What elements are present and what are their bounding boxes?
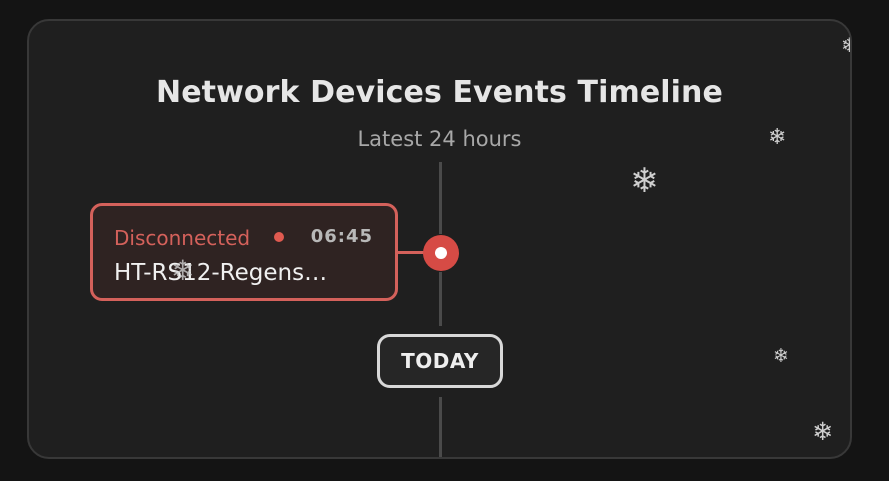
snowflake-icon: ❄ [841, 35, 850, 55]
today-marker: TODAY [377, 334, 503, 388]
snowflake-icon: ❄ [171, 254, 195, 287]
timeline-line-middle [439, 272, 442, 326]
event-status: Disconnected [114, 226, 251, 250]
timeline-card: Network Devices Events Timeline Latest 2… [27, 19, 852, 459]
event-time: 06:45 [310, 226, 373, 247]
timeline-node[interactable] [423, 235, 459, 271]
event-connector [398, 251, 426, 254]
event-card[interactable]: Disconnected 06:45 HT-RS12-Regens… [90, 203, 398, 301]
snowflake-icon: ❄ [812, 417, 833, 446]
event-device-name: HT-RS12-Regens… [114, 260, 328, 286]
snowflake-icon: ❄ [773, 345, 789, 367]
status-dot-icon [274, 232, 284, 242]
timeline-node-center [435, 247, 447, 259]
page-subtitle: Latest 24 hours [357, 127, 522, 151]
page-title: Network Devices Events Timeline [156, 75, 723, 110]
snowflake-icon: ❄ [630, 161, 659, 201]
timeline-line-bottom [439, 397, 442, 457]
timeline-line-top [439, 162, 442, 234]
snowflake-icon: ❄ [768, 125, 787, 150]
